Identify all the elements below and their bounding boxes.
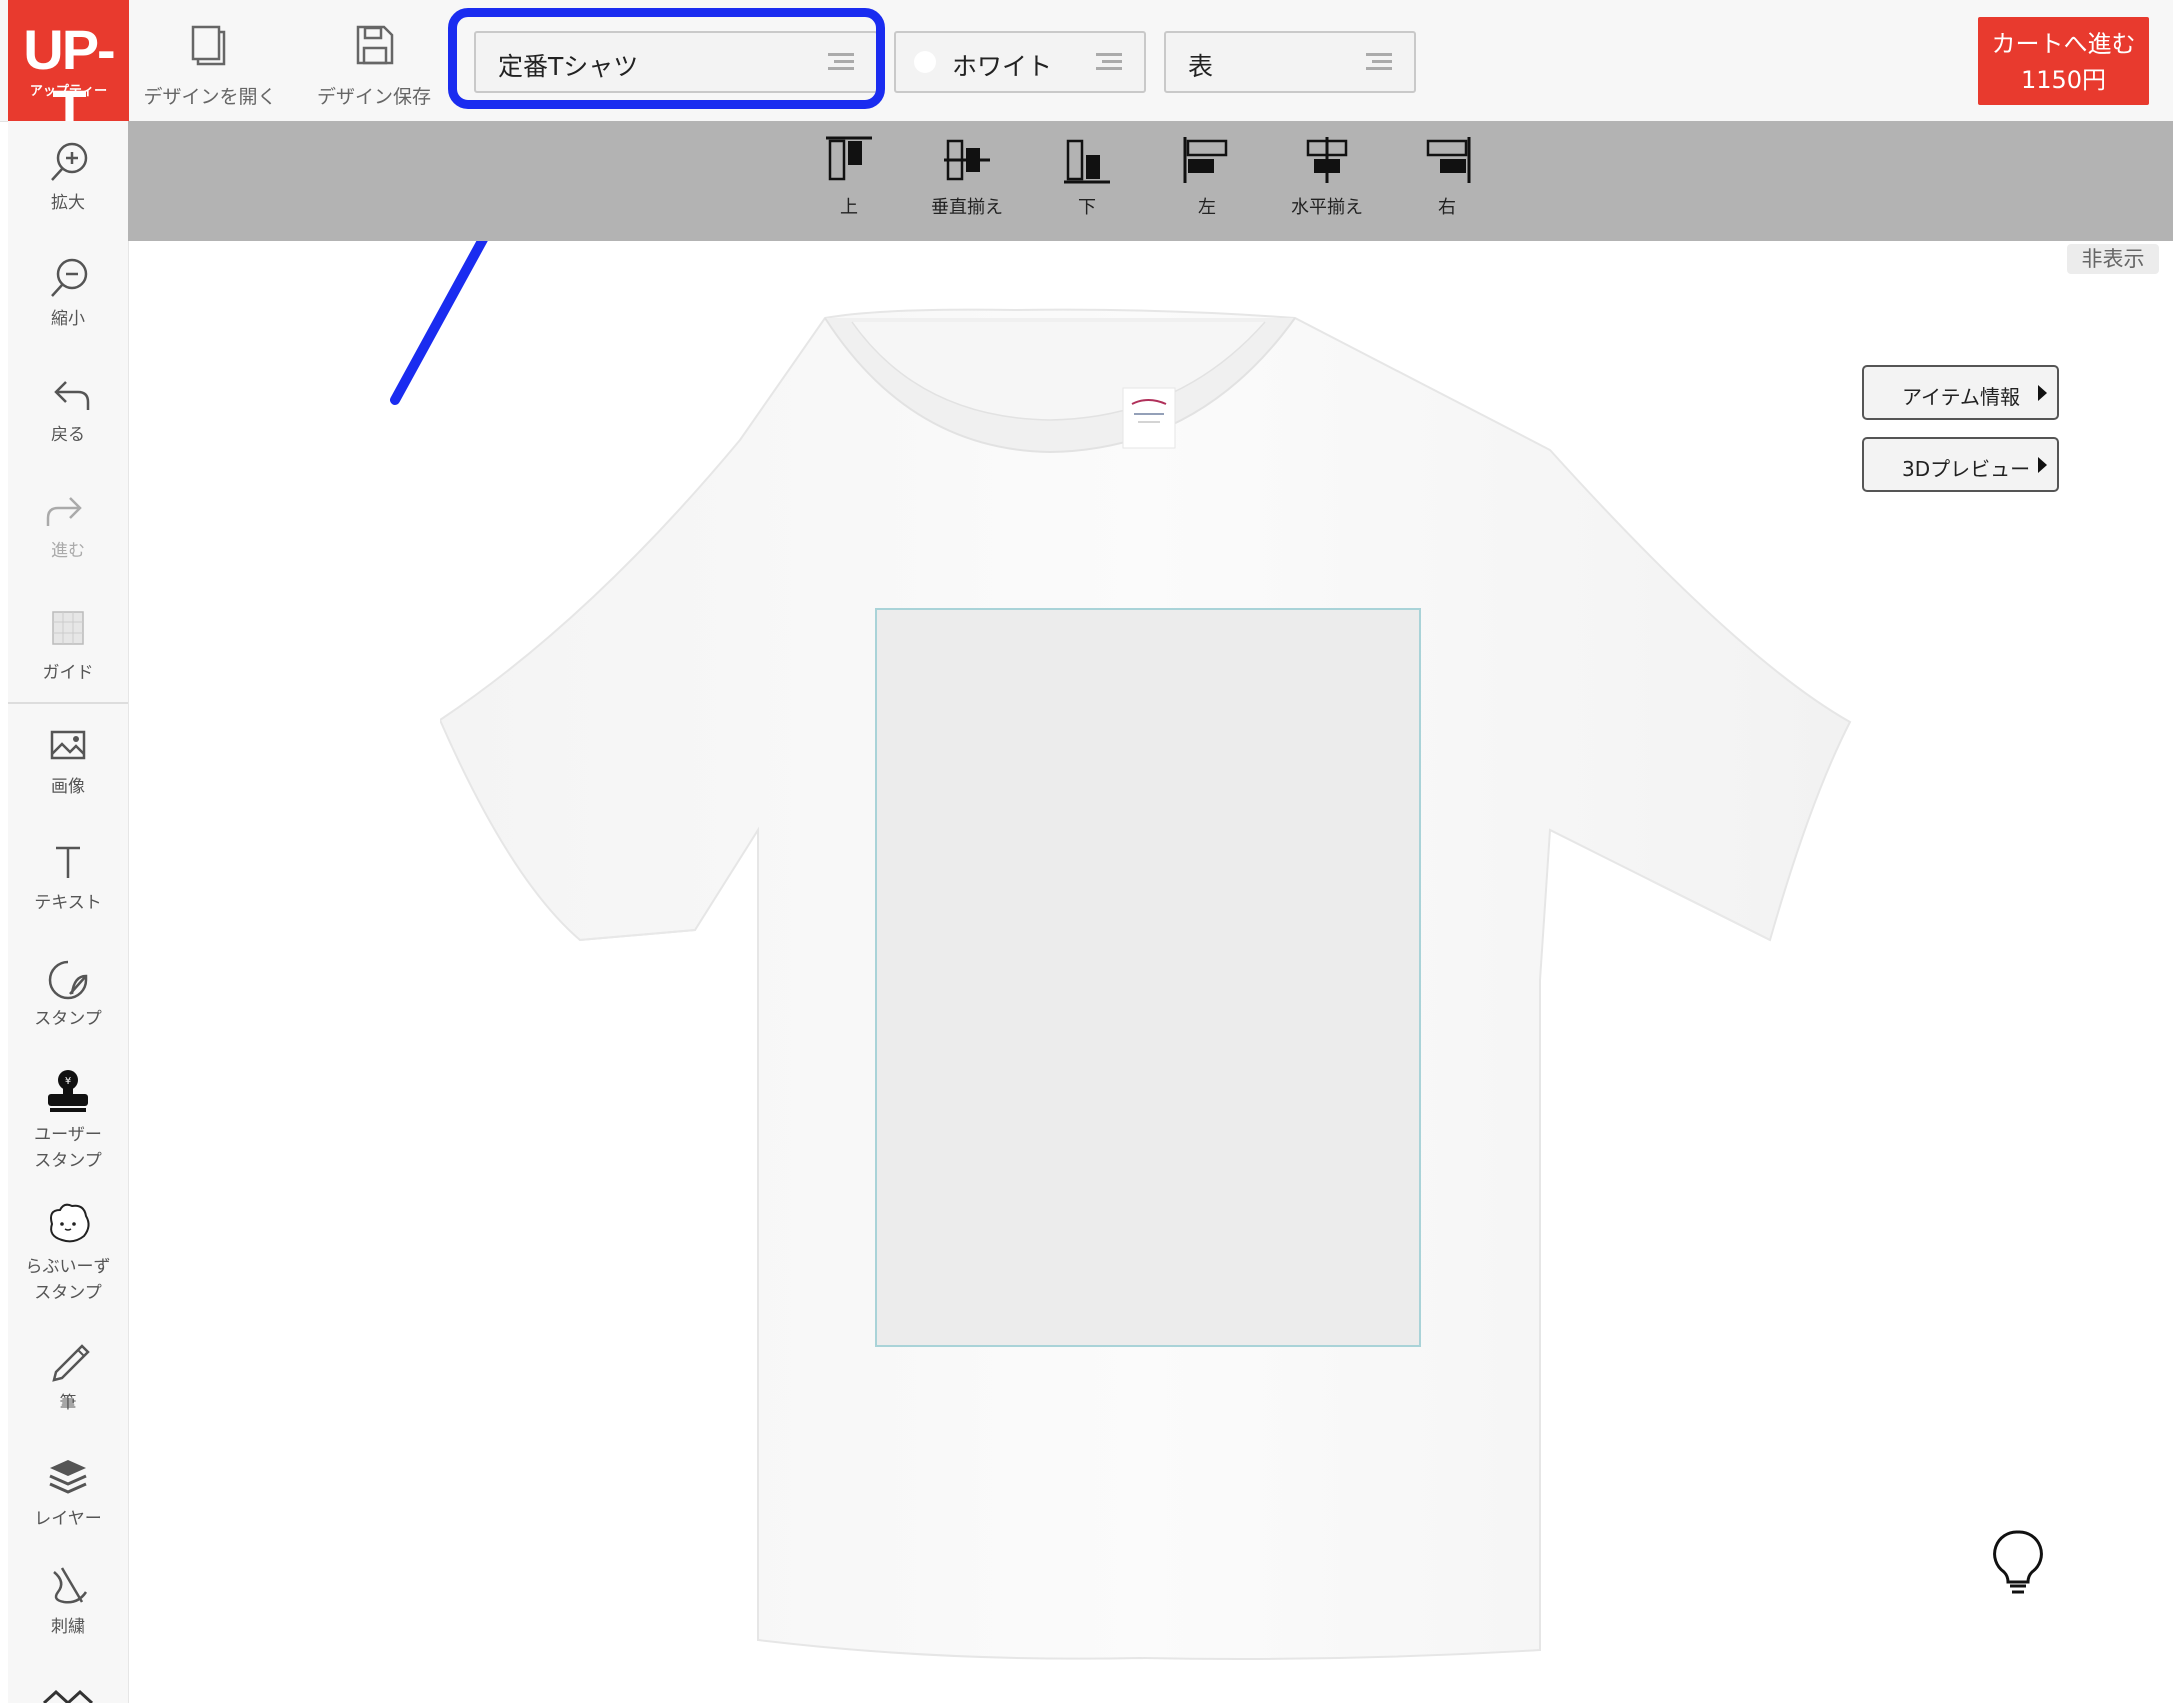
- preview-3d-label: 3Dプレビュー: [1902, 457, 2031, 481]
- color-select[interactable]: ホワイト: [894, 31, 1146, 93]
- color-select-value: ホワイト: [952, 52, 1053, 81]
- logo-subtext: アップティー: [29, 84, 108, 99]
- stamp-button[interactable]: スタンプ: [8, 954, 128, 1044]
- stamp-label: スタンプ: [34, 1009, 102, 1029]
- align-left-label: 左: [1198, 197, 1216, 218]
- align-right-label: 右: [1438, 197, 1456, 218]
- layer-button[interactable]: レイヤー: [8, 1454, 128, 1544]
- cart-button[interactable]: カートへ進む 1150円: [1978, 17, 2149, 105]
- side-select-value: 表: [1188, 52, 1214, 81]
- align-top-icon: [826, 136, 872, 181]
- align-bottom-icon: [1064, 139, 1110, 184]
- align-vcenter-icon: [944, 139, 990, 181]
- align-vcenter-button[interactable]: 垂直揃え: [917, 121, 1017, 241]
- align-bottom-button[interactable]: 下: [1037, 121, 1137, 241]
- zoom-in-icon: [51, 142, 88, 181]
- lightbulb-icon[interactable]: [1990, 1528, 2046, 1596]
- caret-right-icon: [2038, 457, 2047, 473]
- highlight-box: [448, 8, 885, 109]
- undo-icon: [54, 381, 90, 410]
- image-icon: [50, 730, 86, 760]
- text-label: テキスト: [34, 893, 102, 913]
- align-vcenter-label: 垂直揃え: [931, 197, 1003, 218]
- zoom-in-button[interactable]: 拡大: [8, 138, 128, 228]
- guide-button[interactable]: ガイド: [8, 604, 128, 694]
- lovies-stamp-label-1: らぶいーず: [25, 1257, 111, 1277]
- image-label: 画像: [51, 777, 85, 797]
- caret-right-icon: [2038, 385, 2047, 401]
- layers-icon: [49, 1460, 87, 1494]
- lovies-stamp-button[interactable]: らぶいーず スタンプ: [8, 1200, 128, 1310]
- text-button[interactable]: テキスト: [8, 838, 128, 928]
- open-design-button[interactable]: デザインを開く: [140, 0, 280, 121]
- text-t-icon: [56, 846, 80, 878]
- layer-label: レイヤー: [34, 1509, 102, 1529]
- align-right-button[interactable]: 右: [1397, 121, 1497, 241]
- grid-icon: [52, 611, 84, 645]
- svg-text:¥: ¥: [65, 1076, 71, 1087]
- user-stamp-button[interactable]: ¥ ユーザー スタンプ: [8, 1068, 128, 1178]
- needle-thread-icon: [53, 1567, 88, 1604]
- align-hcenter-button[interactable]: 水平揃え: [1277, 121, 1377, 241]
- align-right-icon: [1426, 137, 1471, 183]
- item-info-label: アイテム情報: [1902, 385, 2020, 409]
- redo-icon: [46, 497, 82, 526]
- user-stamp-label-1: ユーザー: [34, 1125, 102, 1145]
- save-design-button[interactable]: デザイン保存: [306, 0, 442, 121]
- align-left-icon: [1183, 137, 1228, 183]
- list-icon: [1366, 53, 1392, 71]
- more-tools-icon: [42, 1689, 94, 1703]
- zoom-out-icon: [51, 258, 88, 297]
- align-bottom-label: 下: [1078, 197, 1096, 218]
- cart-label: カートへ進む: [1991, 30, 2136, 58]
- up-t-logo[interactable]: UP-T アップティー: [8, 0, 129, 140]
- lovies-stamp-label-2: スタンプ: [34, 1283, 102, 1303]
- align-hcenter-label: 水平揃え: [1291, 197, 1363, 218]
- sticker-icon: [48, 960, 88, 1000]
- undo-button[interactable]: 戻る: [8, 370, 128, 460]
- brush-button[interactable]: 筆: [8, 1338, 128, 1428]
- pen-icon: [52, 1344, 90, 1382]
- brush-label: 筆: [59, 1393, 77, 1413]
- zoom-out-button[interactable]: 縮小: [8, 254, 128, 344]
- preview-3d-button[interactable]: 3Dプレビュー: [1862, 437, 2059, 492]
- align-top-button[interactable]: 上: [799, 121, 899, 241]
- bear-icon: [50, 1203, 90, 1243]
- align-hcenter-icon: [1306, 137, 1348, 183]
- align-left-button[interactable]: 左: [1157, 121, 1257, 241]
- rubber-stamp-icon: ¥: [48, 1070, 88, 1112]
- align-top-label: 上: [840, 197, 858, 218]
- align-toolbar: [128, 121, 2173, 241]
- save-icon: [356, 25, 394, 65]
- embroidery-label: 刺繍: [51, 1617, 85, 1637]
- hide-toolbar-button[interactable]: 非表示: [2067, 244, 2159, 274]
- list-icon: [1096, 53, 1122, 71]
- redo-label: 進む: [51, 541, 85, 561]
- save-design-label: デザイン保存: [316, 86, 431, 108]
- redo-button[interactable]: 進む: [8, 486, 128, 576]
- zoom-out-label: 縮小: [51, 309, 85, 329]
- embroidery-button[interactable]: 刺繍: [8, 1562, 128, 1652]
- undo-label: 戻る: [51, 425, 85, 445]
- open-design-label: デザインを開く: [143, 86, 277, 108]
- cart-price: 1150円: [2020, 66, 2107, 94]
- guide-label: ガイド: [42, 663, 94, 683]
- item-info-button[interactable]: アイテム情報: [1862, 365, 2059, 420]
- document-icon: [191, 25, 226, 66]
- zoom-in-label: 拡大: [51, 193, 85, 213]
- color-swatch: [914, 51, 936, 73]
- user-stamp-label-2: スタンプ: [34, 1151, 102, 1171]
- sidebar-divider: [8, 702, 128, 704]
- image-button[interactable]: 画像: [8, 722, 128, 812]
- print-area[interactable]: [875, 608, 1421, 1347]
- side-select[interactable]: 表: [1164, 31, 1416, 93]
